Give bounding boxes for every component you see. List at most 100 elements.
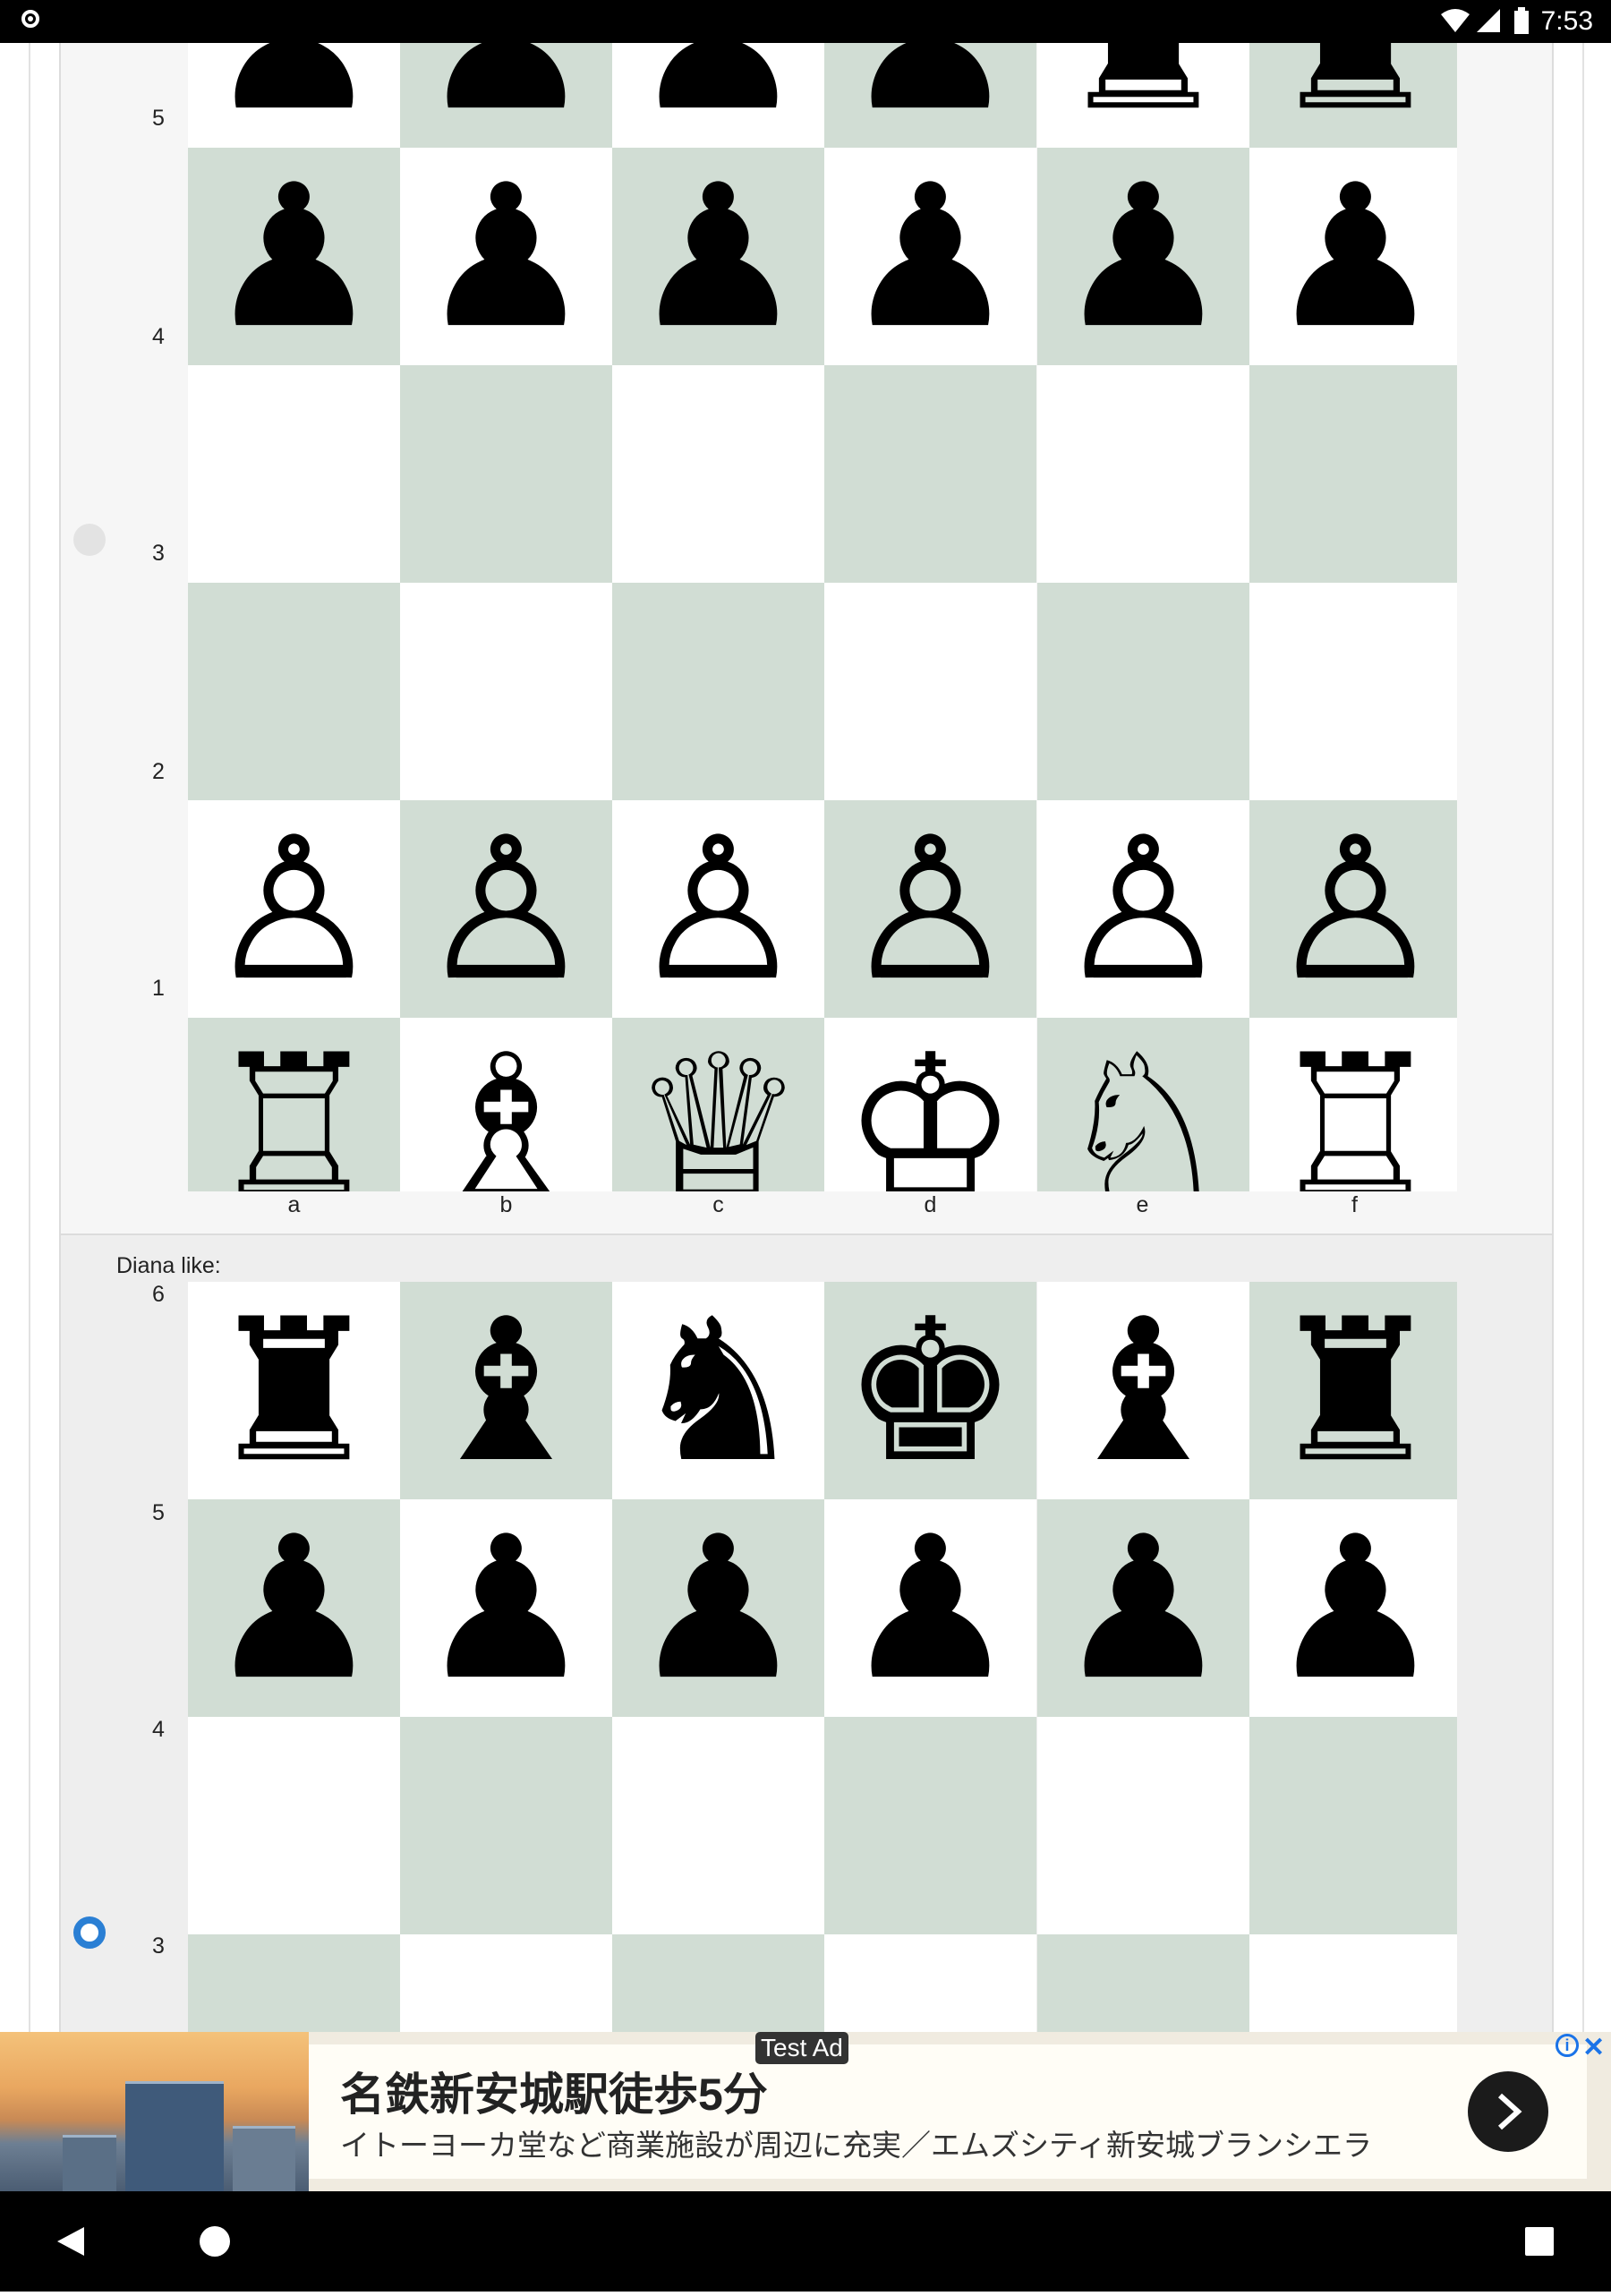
board-square[interactable]: [824, 1717, 1036, 1934]
board-square[interactable]: ♟: [400, 148, 612, 365]
board-square[interactable]: [612, 1934, 824, 2032]
board-square[interactable]: ♟: [188, 148, 400, 365]
ad-title[interactable]: 名鉄新安城駅徒歩5分: [340, 2059, 768, 2123]
chess-piece-icon[interactable]: ♟: [1267, 158, 1444, 355]
chess-piece-icon[interactable]: ♖: [1267, 1029, 1444, 1192]
chess-piece-icon[interactable]: ♜: [1055, 43, 1232, 138]
board-square[interactable]: ♟: [824, 43, 1036, 148]
board-square[interactable]: ♔: [824, 1018, 1036, 1191]
chess-piece-icon[interactable]: ♗: [418, 1029, 594, 1192]
board-square[interactable]: ♜: [1249, 1282, 1457, 1499]
chess-piece-icon[interactable]: ♟: [206, 43, 382, 138]
board-square[interactable]: [1249, 583, 1457, 800]
option-two-radio-selected[interactable]: [73, 1916, 106, 1949]
board-square[interactable]: ♟: [1249, 1499, 1457, 1717]
board-square[interactable]: ♜: [1037, 43, 1249, 148]
board-square[interactable]: ♖: [1249, 1018, 1457, 1191]
chess-piece-icon[interactable]: ♙: [1055, 811, 1232, 1008]
board-square[interactable]: [612, 1717, 824, 1934]
chess-piece-icon[interactable]: ♟: [206, 1510, 382, 1707]
chess-piece-icon[interactable]: ♚: [842, 1293, 1019, 1489]
chess-piece-icon[interactable]: ♜: [1267, 43, 1444, 138]
board-square[interactable]: [1249, 1934, 1457, 2032]
board-square[interactable]: [188, 1934, 400, 2032]
board-square[interactable]: ♜: [188, 1282, 400, 1499]
board-square[interactable]: ♕: [612, 1018, 824, 1191]
ad-building-image[interactable]: [0, 2032, 309, 2191]
board-square[interactable]: [1249, 365, 1457, 583]
chess-piece-icon[interactable]: ♕: [630, 1029, 806, 1192]
board-square[interactable]: ♜: [1249, 43, 1457, 148]
board-square[interactable]: [824, 365, 1036, 583]
board-square[interactable]: [1037, 365, 1249, 583]
chess-piece-icon[interactable]: ♙: [206, 811, 382, 1008]
chess-piece-icon[interactable]: ♟: [842, 43, 1019, 138]
board-square[interactable]: ♟: [400, 43, 612, 148]
chess-piece-icon[interactable]: ♖: [206, 1029, 382, 1192]
board-square[interactable]: ♝: [400, 1282, 612, 1499]
chess-piece-icon[interactable]: ♟: [418, 43, 594, 138]
board-square[interactable]: ♘: [1037, 1018, 1249, 1191]
board-square[interactable]: [400, 365, 612, 583]
board-square[interactable]: [824, 1934, 1036, 2032]
ad-next-button[interactable]: [1468, 2071, 1548, 2152]
board-square[interactable]: ♟: [188, 43, 400, 148]
board-square[interactable]: ♟: [1249, 148, 1457, 365]
chess-piece-icon[interactable]: ♝: [1055, 1293, 1232, 1489]
chess-piece-icon[interactable]: ♙: [1267, 811, 1444, 1008]
board-square[interactable]: ♙: [400, 800, 612, 1018]
chess-piece-icon[interactable]: ♙: [842, 811, 1019, 1008]
chess-piece-icon[interactable]: ♔: [842, 1029, 1019, 1192]
chess-piece-icon[interactable]: ♟: [1267, 1510, 1444, 1707]
board-square[interactable]: ♟: [1037, 148, 1249, 365]
chess-piece-icon[interactable]: ♟: [418, 158, 594, 355]
board-square[interactable]: ♖: [188, 1018, 400, 1191]
chess-piece-icon[interactable]: ♟: [630, 158, 806, 355]
board-square[interactable]: [400, 583, 612, 800]
chess-piece-icon[interactable]: ♟: [630, 43, 806, 138]
board-square[interactable]: [1037, 1934, 1249, 2032]
chess-piece-icon[interactable]: ♜: [1267, 1293, 1444, 1489]
board-square[interactable]: [400, 1934, 612, 2032]
chess-piece-icon[interactable]: ♞: [630, 1293, 806, 1489]
board-square[interactable]: ♙: [1037, 800, 1249, 1018]
ad-close-icon[interactable]: ✕: [1582, 2032, 1605, 2063]
recents-button[interactable]: [1468, 2191, 1611, 2292]
chess-piece-icon[interactable]: ♟: [1055, 1510, 1232, 1707]
board-square[interactable]: [824, 583, 1036, 800]
board-square[interactable]: ♟: [400, 1499, 612, 1717]
back-button[interactable]: [0, 2191, 143, 2292]
chess-piece-icon[interactable]: ♜: [206, 1293, 382, 1489]
board-square[interactable]: ♙: [612, 800, 824, 1018]
board-square[interactable]: ♙: [188, 800, 400, 1018]
board-square[interactable]: ♚: [824, 1282, 1036, 1499]
board-square[interactable]: ♙: [1249, 800, 1457, 1018]
chess-piece-icon[interactable]: ♟: [1055, 158, 1232, 355]
board-square[interactable]: ♙: [824, 800, 1036, 1018]
chess-piece-icon[interactable]: ♟: [842, 158, 1019, 355]
board-square[interactable]: [188, 583, 400, 800]
board-square[interactable]: ♟: [1037, 1499, 1249, 1717]
board-square[interactable]: ♟: [612, 148, 824, 365]
chess-piece-icon[interactable]: ♘: [1055, 1029, 1232, 1192]
ad-info-icon[interactable]: i: [1556, 2034, 1579, 2057]
home-button[interactable]: [143, 2191, 286, 2292]
board-square[interactable]: ♝: [1037, 1282, 1249, 1499]
board-square[interactable]: [400, 1717, 612, 1934]
board-square[interactable]: [1249, 1717, 1457, 1934]
board-square[interactable]: [1037, 1717, 1249, 1934]
board-square[interactable]: ♗: [400, 1018, 612, 1191]
board-square[interactable]: ♟: [824, 148, 1036, 365]
ad-banner[interactable]: Test Ad 名鉄新安城駅徒歩5分 イトーヨーカ堂など商業施設が周辺に充実／エ…: [0, 2032, 1611, 2191]
board-square[interactable]: [188, 365, 400, 583]
board-square[interactable]: ♟: [188, 1499, 400, 1717]
ad-subtitle[interactable]: イトーヨーカ堂など商業施設が周辺に充実／エムズシティ新安城ブランシエラ: [340, 2121, 1372, 2164]
board-square[interactable]: [612, 365, 824, 583]
chess-piece-icon[interactable]: ♟: [842, 1510, 1019, 1707]
board-square[interactable]: ♟: [612, 1499, 824, 1717]
chess-piece-icon[interactable]: ♙: [630, 811, 806, 1008]
chess-piece-icon[interactable]: ♟: [206, 158, 382, 355]
chess-piece-icon[interactable]: ♙: [418, 811, 594, 1008]
chess-piece-icon[interactable]: ♝: [418, 1293, 594, 1489]
board-square[interactable]: ♟: [824, 1499, 1036, 1717]
